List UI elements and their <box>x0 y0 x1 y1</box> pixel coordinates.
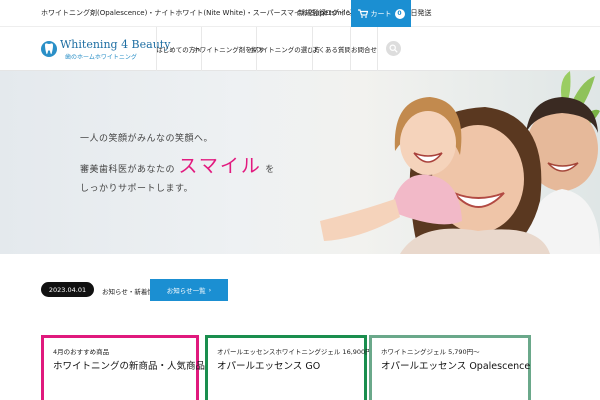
nav-find-products[interactable]: ホワイトニング剤を探す <box>193 27 265 71</box>
card-title: オパールエッセンス GO <box>217 361 321 372</box>
chevron-right-icon: › <box>208 286 212 294</box>
hero-banner: 一人の笑顔がみんなの笑顔へ。 審美歯科医があなたの スマイル を しっかりサポー… <box>0 71 600 254</box>
cart-label: カート <box>370 9 392 18</box>
card-subtitle: 4月のおすすめ商品 <box>53 348 110 356</box>
hero-line-2-post: を <box>265 165 275 175</box>
register-link[interactable]: 新規登録 <box>298 8 326 18</box>
news-list-label: お知らせ一覧 <box>166 287 206 295</box>
news-date: 2023.04.01 <box>41 282 94 297</box>
hero-smile-word: スマイル <box>178 155 262 177</box>
site-logo[interactable]: Whitening 4 Beauty 歯のホームホワイトニング <box>41 38 170 62</box>
top-utility-bar: ホワイトニング剤(Opalescence)・ナイトホワイト(Nite White… <box>0 0 600 27</box>
search-button[interactable] <box>386 41 401 56</box>
product-card-2[interactable]: オパールエッセンスホワイトニングジェル 16,900円 オパールエッセンス GO <box>205 335 372 400</box>
hero-line-1: 一人の笑顔がみんなの笑顔へ。 <box>80 134 214 144</box>
news-list-button[interactable]: お知らせ一覧 › <box>150 279 228 301</box>
cart-icon <box>357 9 368 18</box>
logo-name: Whitening 4 Beauty <box>60 38 171 51</box>
card-subtitle: オパールエッセンスホワイトニングジェル 16,900円 <box>217 348 372 356</box>
product-card-1[interactable]: 4月のおすすめ商品 ホワイトニングの新商品・人気商品をご紹介します <box>41 335 272 400</box>
card-subtitle: ホワイトニングジェル 5,790円〜 <box>381 348 480 356</box>
nav-contact[interactable]: お問合せ <box>350 27 378 71</box>
card-title: オパールエッセンス Opalescence <box>381 361 531 372</box>
hero-line-3: しっかりサポートします。 <box>80 184 194 194</box>
logo-subtitle: 歯のホームホワイトニング <box>65 54 137 61</box>
search-icon <box>389 44 398 53</box>
login-link[interactable]: ログイン <box>325 8 353 18</box>
smiling-family-image <box>320 71 600 254</box>
site-header: Whitening 4 Beauty 歯のホームホワイトニング はじめての方へ … <box>0 27 600 71</box>
cart-count-badge: 0 <box>394 8 405 19</box>
hero-line-2-pre: 審美歯科医があなたの <box>80 165 176 175</box>
product-card-3[interactable]: ホワイトニングジェル 5,790円〜 オパールエッセンス Opalescence <box>369 335 531 400</box>
cart-button[interactable]: カート 0 <box>351 0 411 27</box>
nav-faq[interactable]: よくある質問 <box>312 27 351 71</box>
nav-how-to-choose[interactable]: ホワイトニングの選び方 <box>249 27 320 71</box>
tooth-icon <box>41 41 57 57</box>
